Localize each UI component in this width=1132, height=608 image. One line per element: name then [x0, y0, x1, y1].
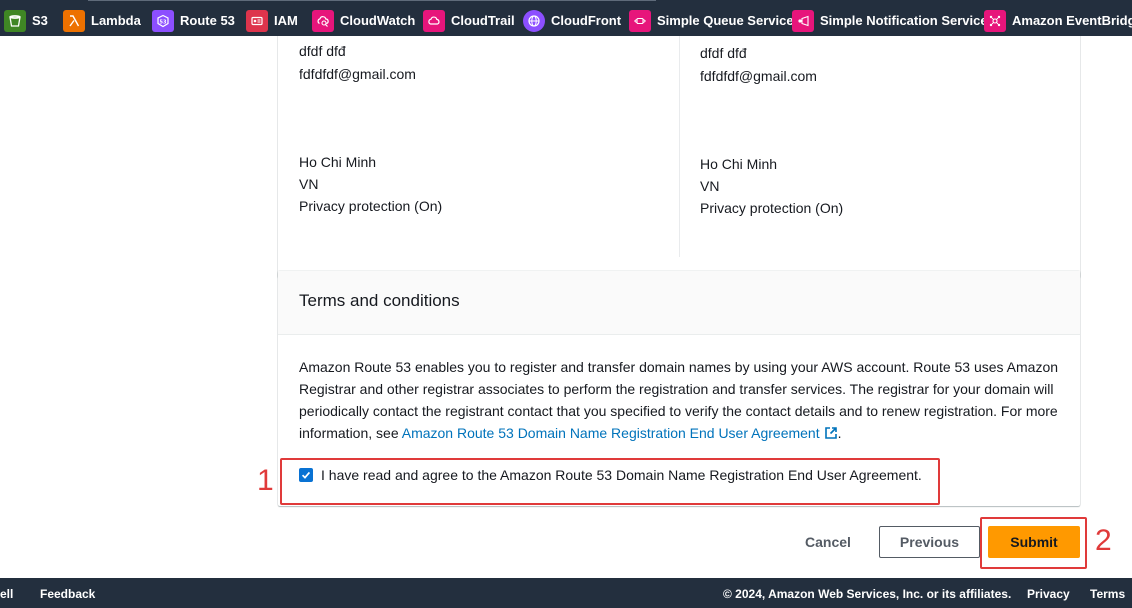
previous-button[interactable]: Previous — [879, 526, 980, 558]
copyright-text: © 2024, Amazon Web Services, Inc. or its… — [723, 587, 1012, 601]
cloudwatch-icon — [312, 10, 334, 32]
favorite-label: S3 — [32, 13, 48, 28]
left-contact-country: VN — [299, 176, 319, 192]
main-content: dfdf dfđ fdfdfdf@gmail.com Ho Chi Minh V… — [0, 36, 1132, 578]
favorite-cloudfront[interactable]: CloudFront — [523, 9, 621, 33]
favorite-eventbridge[interactable]: Amazon EventBridge — [984, 9, 1132, 33]
column-divider — [679, 36, 680, 257]
feedback-link[interactable]: Feedback — [40, 587, 95, 601]
favorite-label: CloudTrail — [451, 13, 515, 28]
left-contact-privacy: Privacy protection (On) — [299, 198, 443, 214]
cloudtrail-icon — [423, 10, 445, 32]
annotation-number-1: 1 — [257, 464, 274, 497]
svg-text:53: 53 — [160, 19, 167, 25]
annotation-box-1 — [280, 458, 940, 505]
annotation-number-2: 2 — [1095, 524, 1112, 557]
contact-details-card: dfdf dfđ fdfdfdf@gmail.com Ho Chi Minh V… — [278, 36, 1080, 278]
right-contact-country: VN — [700, 178, 720, 194]
favorite-label: Simple Notification Service — [820, 13, 988, 28]
favorite-sqs[interactable]: Simple Queue Service — [629, 9, 794, 33]
end-user-agreement-link-text: Amazon Route 53 Domain Name Registration… — [401, 425, 820, 441]
right-contact-name: dfdf dfđ — [700, 45, 747, 61]
favorite-label: Amazon EventBridge — [1012, 13, 1132, 28]
favorite-label: Lambda — [91, 13, 141, 28]
favorites-bar: S3 Lambda 53 Route 53 IAM CloudWatch Clo… — [0, 0, 1132, 36]
right-contact-email: fdfdfdf@gmail.com — [700, 68, 817, 84]
favorite-cloudwatch[interactable]: CloudWatch — [312, 9, 415, 33]
eventbridge-icon — [984, 10, 1006, 32]
search-bar-edge — [88, 0, 656, 4]
favorite-cloudtrail[interactable]: CloudTrail — [423, 9, 515, 33]
s3-bucket-icon — [4, 10, 26, 32]
favorite-route53[interactable]: 53 Route 53 — [152, 9, 235, 33]
end-user-agreement-link[interactable]: Amazon Route 53 Domain Name Registration… — [402, 425, 838, 441]
favorite-label: CloudWatch — [340, 13, 416, 28]
favorite-label: CloudFront — [551, 13, 622, 28]
cloudfront-icon — [523, 10, 545, 32]
left-contact-city: Ho Chi Minh — [299, 154, 377, 170]
favorite-label: IAM — [274, 13, 298, 28]
favorite-label: Route 53 — [180, 13, 235, 28]
favorite-iam[interactable]: IAM — [246, 9, 298, 33]
cloudshell-link[interactable]: ell — [0, 587, 13, 601]
left-contact-email: fdfdfdf@gmail.com — [299, 66, 416, 82]
favorite-lambda[interactable]: Lambda — [63, 9, 141, 33]
terms-title: Terms and conditions — [299, 291, 460, 310]
privacy-link[interactable]: Privacy — [1027, 587, 1070, 601]
right-contact-city: Ho Chi Minh — [700, 156, 778, 172]
right-contact-privacy: Privacy protection (On) — [700, 200, 844, 216]
favorite-sns[interactable]: Simple Notification Service — [792, 9, 988, 33]
external-link-icon — [824, 427, 837, 439]
cancel-button[interactable]: Cancel — [796, 527, 860, 557]
iam-icon — [246, 10, 268, 32]
annotation-box-2 — [980, 517, 1087, 569]
sns-icon — [792, 10, 814, 32]
left-contact-name: dfdf dfđ — [299, 43, 346, 59]
favorite-label: Simple Queue Service — [657, 13, 794, 28]
terms-body: Amazon Route 53 enables you to register … — [299, 356, 1061, 444]
console-footer: ell Feedback © 2024, Amazon Web Services… — [0, 578, 1132, 608]
route53-icon: 53 — [152, 10, 174, 32]
terms-link[interactable]: Terms — [1090, 587, 1125, 601]
favorite-s3[interactable]: S3 — [4, 9, 48, 33]
terms-trailing: . — [837, 425, 842, 441]
lambda-icon — [63, 10, 85, 32]
sqs-icon — [629, 10, 651, 32]
terms-header: Terms and conditions — [278, 271, 1080, 335]
